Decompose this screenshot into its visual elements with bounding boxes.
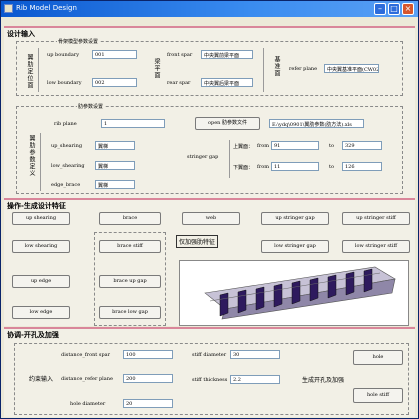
brace-up-gap-button[interactable]: brace up gap — [99, 275, 161, 288]
rib-group: 肋参数设置 翼肋参数定义 rib plane 1 open 肋参数文件 E:\y… — [16, 103, 403, 194]
upper-from-label: from — [257, 143, 269, 149]
open-rib-file-button[interactable]: open 肋参数文件 — [195, 117, 260, 130]
stringer-gap-label: stringer gap — [187, 154, 219, 160]
coordinate-group: 约束输入 distance_front spar 100 distance_re… — [14, 343, 409, 415]
refer-plane-label: refer plane — [289, 66, 318, 72]
design-input-section: 设计输入 骨架模型参数设置 翼肋定位面 up boundary 001 low … — [4, 26, 415, 198]
skeleton-group: 骨架模型参数设置 翼肋定位面 up boundary 001 low bound… — [16, 38, 403, 96]
side-label-refer: 基准面 — [273, 56, 280, 77]
up-edge-button[interactable]: up edge — [12, 275, 70, 288]
lower-from-input[interactable]: 11 — [271, 162, 319, 171]
low-boundary-label: low boundary — [47, 80, 82, 86]
brace-low-gap-button[interactable]: brace low gap — [99, 306, 161, 319]
up-stringer-stiff-button[interactable]: up stringer stiff — [342, 212, 410, 225]
web-button[interactable]: web — [182, 212, 240, 225]
window-title: Rib Model Design — [16, 4, 77, 12]
lower-to-input[interactable]: 126 — [342, 162, 382, 171]
separator — [263, 48, 264, 92]
low-boundary-input[interactable]: 002 — [92, 78, 137, 87]
low-stringer-gap-button[interactable]: low stringer gap — [261, 240, 329, 253]
wing-box-model-image — [204, 266, 396, 320]
low-edge-button[interactable]: low edge — [12, 306, 70, 319]
front-spar-input[interactable]: 中央翼前梁平面 — [201, 50, 253, 59]
up-shearing-input[interactable]: 翼梯 — [95, 141, 135, 150]
stiff-thickness-label: stiff thickness — [192, 377, 228, 383]
edge-brace-label: edge_brace — [51, 182, 81, 188]
upper-surface-label: 上翼面： — [233, 144, 254, 150]
up-shearing-label: up_shearing — [51, 143, 83, 149]
upper-to-label: to — [329, 143, 335, 149]
separator — [229, 140, 230, 178]
upper-from-input[interactable]: 91 — [271, 141, 319, 150]
up-shearing-button[interactable]: up shearing — [12, 212, 70, 225]
rib-plane-input[interactable]: 1 — [101, 119, 165, 128]
upper-to-input[interactable]: 329 — [342, 141, 382, 150]
hole-button[interactable]: hole — [353, 350, 403, 365]
skeleton-group-label: 骨架模型参数设置 — [57, 38, 100, 45]
hole-diameter-label: hole diameter — [70, 401, 106, 407]
edge-brace-input[interactable]: 翼梯 — [95, 180, 135, 189]
file-path-input[interactable]: E:\ydq\0901\翼肋参数(肋方法).xls — [269, 119, 364, 128]
rib-group-label: 肋参数设置 — [77, 103, 105, 110]
refer-plane-input[interactable]: 中央翼基准平面(CW02) — [324, 64, 379, 73]
low-shearing-label: low_shearing — [51, 163, 85, 169]
maximize-button[interactable]: □ — [388, 3, 400, 15]
lower-from-label: from — [257, 164, 269, 170]
constraint-input-label: 约束输入 — [29, 376, 54, 383]
distance-refer-plane-label: distance_refer plane — [61, 376, 113, 382]
side-label-boundary: 翼肋定位面 — [26, 54, 33, 89]
brace-button[interactable]: brace — [99, 212, 161, 225]
minimize-button[interactable]: – — [374, 3, 386, 15]
rear-spar-label: rear spar — [167, 80, 191, 86]
up-boundary-label: up boundary — [47, 52, 80, 58]
app-icon — [4, 4, 13, 13]
distance-front-spar-label: distance_front spar — [61, 352, 111, 358]
lower-to-label: to — [329, 164, 335, 170]
stiff-diameter-label: stiff diameter — [192, 352, 227, 358]
low-shearing-input[interactable]: 翼梯 — [95, 161, 135, 170]
title-bar[interactable]: Rib Model Design – □ × — [1, 1, 418, 17]
rib-model-preview — [179, 260, 409, 326]
generate-hole-label: 生成开孔及加强 — [302, 377, 345, 384]
lower-surface-label: 下翼面： — [233, 165, 254, 171]
operation-section: 操作-生成设计特征 up shearing brace web up strin… — [4, 198, 415, 326]
up-stringer-gap-button[interactable]: up stringer gap — [261, 212, 329, 225]
stiff-only-note: 仅加强肋特征 — [176, 235, 219, 248]
separator — [40, 133, 41, 191]
low-shearing-button[interactable]: low shearing — [12, 240, 70, 253]
front-spar-label: front spar — [167, 52, 193, 58]
side-label-rib: 翼肋参数定义 — [28, 135, 35, 177]
brace-stiff-button[interactable]: brace stiff — [99, 240, 161, 253]
separator — [38, 48, 39, 92]
coordinate-title: 协调-开孔及加强 — [7, 331, 59, 339]
stiff-diameter-input[interactable]: 30 — [230, 350, 280, 359]
design-input-title: 设计输入 — [7, 30, 35, 38]
operation-title: 操作-生成设计特征 — [7, 202, 66, 210]
app-window: Rib Model Design – □ × 设计输入 骨架模型参数设置 翼肋定… — [0, 0, 419, 419]
hole-stiff-button[interactable]: hole stiff — [353, 388, 403, 403]
side-label-spar: 梁平面 — [153, 58, 160, 79]
distance-front-spar-input[interactable]: 100 — [123, 350, 173, 359]
coordinate-section: 协调-开孔及加强 约束输入 distance_front spar 100 di… — [4, 327, 415, 417]
rib-plane-label: rib plane — [54, 121, 77, 127]
close-button[interactable]: × — [402, 3, 414, 15]
distance-refer-plane-input[interactable]: 200 — [123, 374, 173, 383]
stiff-thickness-input[interactable]: 2.2 — [230, 375, 280, 384]
up-boundary-input[interactable]: 001 — [92, 50, 137, 59]
hole-diameter-input[interactable]: 20 — [123, 399, 173, 408]
low-stringer-stiff-button[interactable]: low stringer stiff — [342, 240, 410, 253]
rear-spar-input[interactable]: 中央翼后梁平面 — [201, 78, 253, 87]
